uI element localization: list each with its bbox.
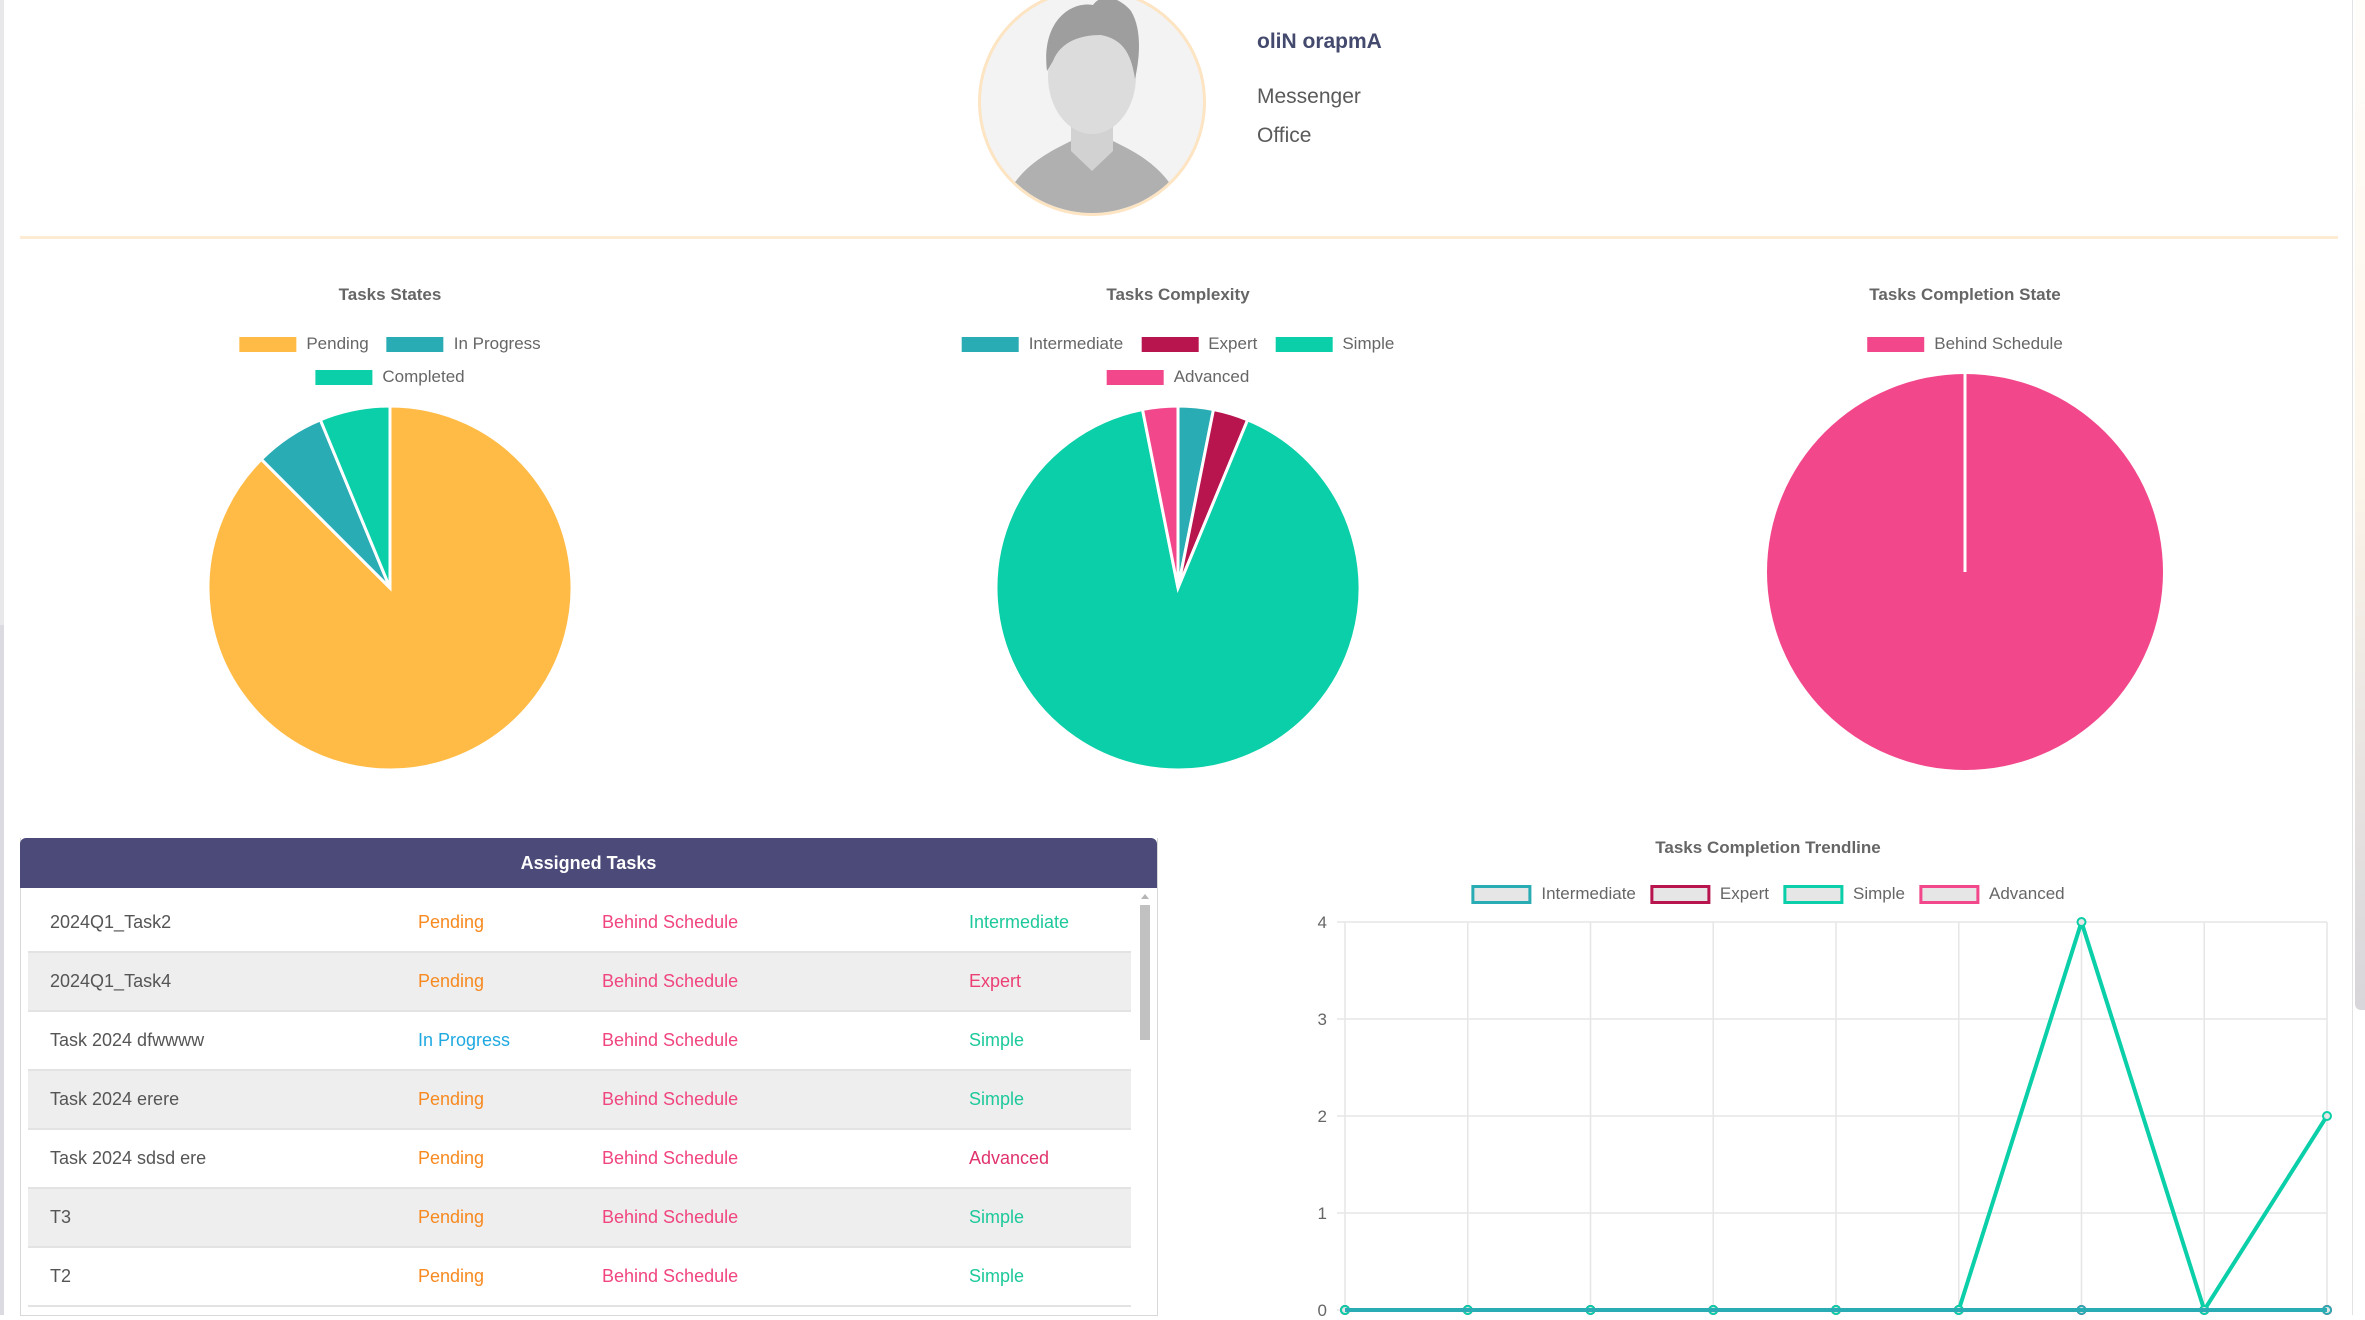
task-complexity: Intermediate: [969, 912, 1070, 932]
legend-item-expert[interactable]: Expert: [1141, 334, 1257, 354]
table-scrollbar-thumb[interactable]: [1140, 905, 1150, 1040]
legend-item-pending[interactable]: Pending: [239, 334, 369, 354]
task-state: Pending: [418, 912, 485, 932]
table-row[interactable]: 2024Q1_Task2 Pending Behind Schedule Interm…: [28, 894, 1131, 953]
task-name: 2024Q1_Task2: [50, 912, 172, 932]
chart-title-complexity: Tasks Complexity: [1106, 285, 1250, 304]
task-completion: Behind Schedule: [602, 971, 739, 991]
chart-title-trendline: Tasks Completion Trendline: [1655, 838, 1881, 857]
table-row[interactable]: Task 2024 sdsd ere Pending Behind Schedule…: [28, 1130, 1131, 1189]
legend-item-simple[interactable]: Simple: [1275, 334, 1394, 354]
profile-name: oliN orapmA: [1257, 30, 1382, 53]
table-row[interactable]: T2 Pending Behind Schedule Simple: [28, 1248, 1131, 1307]
legend-swatch: [1867, 336, 1925, 352]
legend-swatch: [1106, 369, 1164, 385]
task-completion: Behind Schedule: [602, 1030, 739, 1050]
task-state: Pending: [418, 1089, 485, 1109]
legend-item-advanced[interactable]: Advanced: [1106, 367, 1250, 387]
data-point-simple[interactable]: [2322, 1111, 2332, 1121]
legend-label: Behind Schedule: [1934, 334, 2063, 353]
legend-swatch: [1141, 336, 1199, 352]
legend-label: Pending: [306, 334, 369, 353]
pie-chart-completion: [1767, 374, 2163, 770]
legend-swatch: [315, 369, 373, 385]
data-point-simple[interactable]: [2076, 917, 2087, 927]
legend-label: Simple: [1342, 334, 1395, 353]
pie-chart-states: [206, 404, 574, 772]
person-placeholder-icon: [1001, 0, 1183, 213]
table-row[interactable]: Task 2024 erere Pending Behind Schedule Sim…: [28, 1071, 1131, 1130]
legend-item-completed[interactable]: Completed: [315, 367, 465, 387]
task-completion: Behind Schedule: [602, 1089, 739, 1109]
task-name: T3: [50, 1207, 72, 1227]
pie-chart-complexity: [994, 404, 1362, 772]
chart-title-completion: Tasks Completion State: [1869, 285, 2061, 304]
legend-states-row2: Completed: [315, 367, 465, 387]
legend-swatch: [1275, 336, 1333, 352]
table-row[interactable]: T3 Pending Behind Schedule Simple: [28, 1189, 1131, 1248]
legend-swatch: [961, 336, 1019, 352]
legend-states-row1: Pending In Progress: [239, 334, 541, 354]
y-tick-label: 4: [1318, 913, 1327, 932]
task-state: Pending: [418, 1207, 485, 1227]
table-row[interactable]: 2024Q1_Task4 Pending Behind Schedule Expert: [28, 953, 1131, 1012]
legend-complexity-row2: Advanced: [1106, 367, 1250, 387]
task-state: Pending: [418, 1266, 485, 1286]
scroll-up-arrow-icon[interactable]: [1141, 894, 1149, 899]
y-tick-label: 0: [1318, 1301, 1327, 1320]
task-state: In Progress: [418, 1030, 511, 1050]
task-complexity: Expert: [969, 971, 1022, 991]
table-scrollbar[interactable]: [1137, 890, 1153, 1315]
task-complexity: Simple: [969, 1089, 1025, 1109]
task-state: Pending: [418, 971, 485, 991]
task-completion: Behind Schedule: [602, 1207, 739, 1227]
task-completion: Behind Schedule: [602, 1148, 739, 1168]
task-complexity: Simple: [969, 1207, 1025, 1227]
task-complexity: Simple: [969, 1030, 1025, 1050]
task-name: Task 2024 dfwwww: [50, 1030, 205, 1050]
task-complexity: Advanced: [969, 1148, 1050, 1168]
page-scrollbar-thumb[interactable]: [2355, 0, 2365, 1010]
task-name: T2: [50, 1266, 72, 1286]
legend-swatch: [239, 336, 297, 352]
legend-swatch: [386, 336, 444, 352]
legend-item-intermediate[interactable]: Intermediate: [961, 334, 1124, 354]
line-chart-trendline: 0 1 2 3 4: [1318, 913, 2332, 1320]
task-name: Task 2024 erere: [50, 1089, 180, 1109]
profile-location: Office: [1257, 124, 1312, 147]
profile-role: Messenger: [1257, 85, 1361, 108]
legend-completion-row1: Behind Schedule: [1867, 334, 2063, 354]
legend-label: Completed: [382, 367, 465, 386]
task-completion: Behind Schedule: [602, 912, 739, 932]
y-tick-label: 2: [1318, 1107, 1327, 1126]
y-tick-label: 3: [1318, 1010, 1327, 1029]
legend-item-behind-schedule[interactable]: Behind Schedule: [1867, 334, 2063, 354]
task-state: Pending: [418, 1148, 485, 1168]
assigned-tasks-header: Assigned Tasks: [20, 838, 1157, 888]
table-row[interactable]: Task 2024 dfwwww In Progress Behind Schedu…: [28, 1012, 1131, 1071]
legend-label: Advanced: [1173, 367, 1250, 386]
legend-label: Intermediate: [1028, 334, 1124, 353]
page-scrollbar[interactable]: [2353, 0, 2365, 1315]
y-tick-label: 1: [1318, 1204, 1327, 1223]
chart-title-states: Tasks States: [338, 285, 442, 304]
legend-item-in-progress[interactable]: In Progress: [386, 334, 541, 354]
assigned-tasks-list: 2024Q1_Task2 Pending Behind Schedule Interm…: [28, 894, 1131, 1307]
task-completion: Behind Schedule: [602, 1266, 739, 1286]
task-name: Task 2024 sdsd ere: [50, 1148, 207, 1168]
task-name: 2024Q1_Task4: [50, 971, 172, 991]
legend-label: Expert: [1208, 334, 1258, 353]
legend-complexity-row1: Intermediate Expert Simple: [961, 334, 1394, 354]
section-divider: [20, 236, 2338, 239]
task-complexity: Simple: [969, 1266, 1025, 1286]
legend-label: In Progress: [453, 334, 541, 353]
